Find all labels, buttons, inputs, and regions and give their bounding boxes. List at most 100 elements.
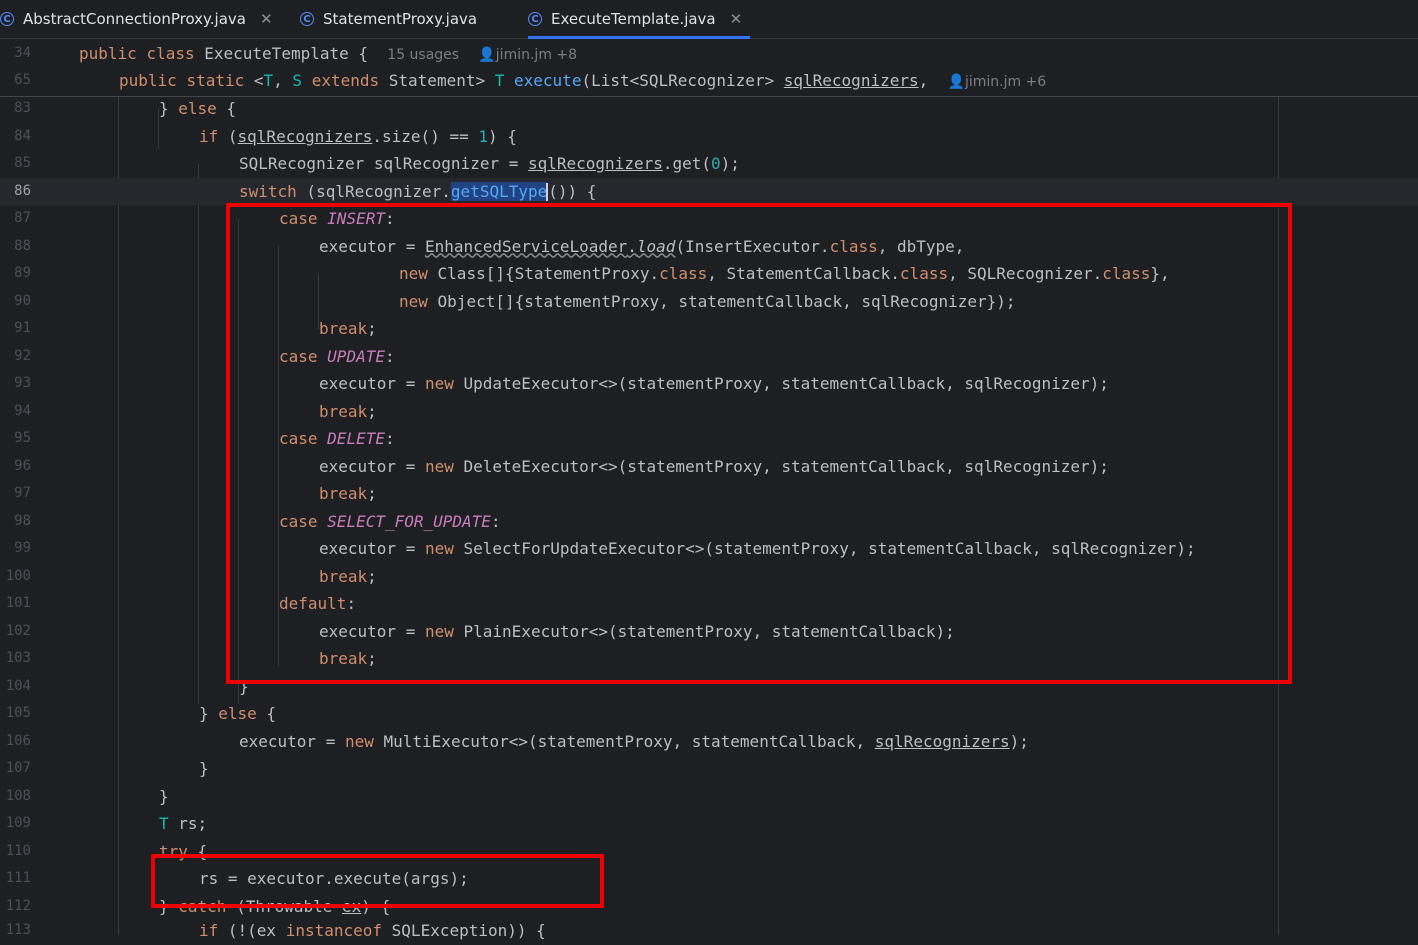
line-number: 107: [5, 760, 31, 776]
line-number: 108: [5, 787, 31, 804]
line-number: 105: [5, 705, 31, 721]
keyword: else: [218, 704, 257, 723]
line-number: 86: [14, 182, 31, 199]
sticky-header[interactable]: 34 public class ExecuteTemplate { 15 usa…: [0, 39, 1418, 97]
tab-label: AbstractConnectionProxy.java: [23, 10, 246, 28]
tab-execute-template[interactable]: C ExecuteTemplate.java ✕: [528, 0, 750, 39]
highlight-box-execute: [151, 854, 604, 908]
line-number: 91: [14, 320, 31, 336]
line-number: 89: [14, 265, 31, 281]
code-line[interactable]: 84 if (sqlRecognizers.size() == 1) {: [0, 123, 1418, 151]
tab-abstract-connection-proxy[interactable]: C AbstractConnectionProxy.java ✕: [0, 0, 273, 38]
keyword: public: [79, 44, 137, 63]
line-number: 85: [14, 155, 31, 171]
keyword: if: [199, 921, 219, 940]
code-text: }: [199, 755, 209, 783]
line-number: 95: [14, 430, 31, 446]
code-line[interactable]: 108 }: [0, 783, 1418, 811]
type-param: T: [494, 71, 505, 90]
line-number: 87: [14, 210, 31, 226]
type-param: T: [263, 71, 274, 90]
tab-label: ExecuteTemplate.java: [551, 10, 716, 28]
line-number: 111: [5, 870, 31, 886]
keyword: if: [199, 126, 219, 146]
class-name: ExecuteTemplate: [204, 44, 349, 63]
line-number: 109: [5, 815, 31, 831]
line-number: 110: [5, 842, 31, 859]
method-name: execute: [514, 71, 582, 90]
java-class-icon: C: [528, 12, 542, 26]
keyword: instanceof: [285, 921, 383, 940]
line-number: 83: [14, 100, 31, 116]
code-line[interactable]: 107 }: [0, 755, 1418, 783]
keyword: else: [178, 99, 217, 118]
type-param: T: [159, 814, 169, 833]
code-line-current[interactable]: 86 switch (sqlRecognizer.getSQLType()) {: [0, 177, 1418, 205]
token: ()) {: [548, 181, 597, 201]
punctuation: ,: [273, 71, 293, 90]
line-number: 106: [5, 732, 31, 749]
token: (: [218, 126, 238, 146]
code-line[interactable]: 34 public class ExecuteTemplate { 15 usa…: [0, 40, 1418, 68]
param-name: sqlRecognizers: [874, 731, 1010, 751]
line-number: 34: [14, 45, 31, 61]
line-number: 84: [14, 127, 31, 144]
tab-label: StatementProxy.java: [323, 10, 478, 28]
token: }: [199, 759, 209, 778]
code-text: }: [159, 783, 169, 811]
code-editor[interactable]: 34 public class ExecuteTemplate { 15 usa…: [0, 39, 1418, 940]
line-number: 92: [14, 347, 31, 364]
line-number: 99: [14, 540, 31, 556]
token: SQLRecognizer sqlRecognizer =: [239, 154, 528, 173]
line-number: 96: [14, 457, 31, 474]
code-line[interactable]: 83 } else {: [0, 95, 1418, 123]
line-number: 100: [5, 567, 31, 584]
person-icon: 👤: [478, 47, 496, 63]
param-name: sqlRecognizers: [527, 154, 663, 173]
line-number: 88: [14, 237, 31, 254]
punctuation: ,: [918, 71, 929, 90]
keyword: static: [186, 71, 245, 90]
line-number: 97: [14, 485, 31, 501]
code-text: T rs;: [159, 810, 207, 838]
line-number: 103: [5, 650, 31, 666]
code-text: SQLRecognizer sqlRecognizer = sqlRecogni…: [239, 150, 740, 178]
token: (!(: [218, 921, 257, 940]
type-name: Statement>: [379, 71, 495, 90]
token: {: [256, 704, 277, 723]
person-icon: 👤: [947, 74, 965, 90]
token: );: [1009, 731, 1029, 751]
close-icon[interactable]: ✕: [730, 10, 743, 28]
author-hint[interactable]: jimin.jm +8: [496, 47, 577, 63]
punctuation: {: [348, 44, 369, 63]
token: ) {: [488, 126, 517, 146]
token: ex: [256, 921, 277, 940]
close-icon[interactable]: ✕: [260, 10, 273, 28]
usages-hint[interactable]: 15 usages: [387, 47, 459, 63]
number: 0: [711, 154, 721, 173]
code-line[interactable]: 113 if (!(ex instanceof SQLException)) {: [0, 917, 1418, 945]
tab-statement-proxy[interactable]: C StatementProxy.java: [300, 0, 477, 38]
keyword: new: [344, 731, 374, 751]
token: rs;: [168, 814, 208, 833]
token: {: [216, 99, 237, 118]
token: );: [720, 154, 740, 173]
code-line[interactable]: 105 } else {: [0, 700, 1418, 728]
code-line[interactable]: 109 T rs;: [0, 810, 1418, 838]
line-number: 98: [14, 512, 31, 529]
code-line[interactable]: 106 executor = new MultiExecutor<>(state…: [0, 728, 1418, 756]
highlight-box-switch: [226, 203, 1292, 684]
param-name: sqlRecognizers: [783, 71, 919, 90]
token: SQLException)) {: [382, 921, 546, 940]
line-number: 101: [5, 595, 31, 611]
editor-tab-bar: C AbstractConnectionProxy.java ✕ C State…: [0, 0, 1418, 39]
code-line[interactable]: 65 public static <T, S extends Statement…: [0, 67, 1418, 95]
code-text: public static <T, S extends Statement> T…: [119, 67, 1046, 97]
code-line[interactable]: 85 SQLRecognizer sqlRecognizer = sqlReco…: [0, 150, 1418, 178]
token: executor =: [239, 731, 345, 751]
code-text: } else {: [159, 95, 236, 123]
code-text: if (!(ex instanceof SQLException)) {: [199, 917, 546, 945]
author-hint[interactable]: jimin.jm +6: [965, 74, 1046, 90]
punctuation: <: [253, 71, 264, 90]
